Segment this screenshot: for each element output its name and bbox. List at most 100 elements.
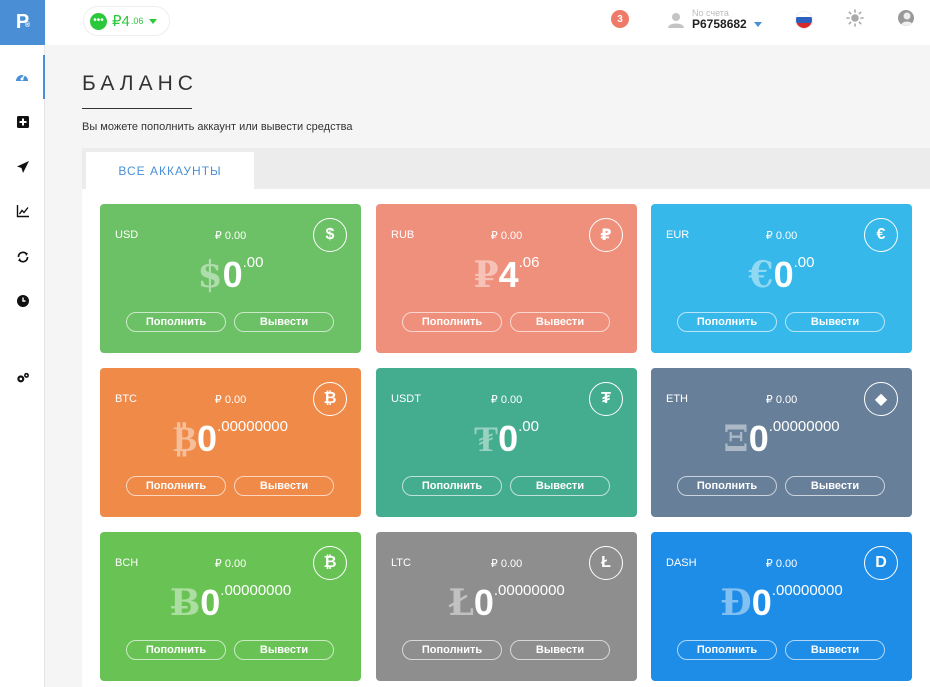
card-balance-frac: .00	[518, 418, 539, 435]
withdraw-button[interactable]: Вывести	[785, 640, 885, 660]
dash-coin-icon: D	[864, 546, 898, 580]
card-balance-int: 0	[197, 418, 218, 459]
avatar-icon[interactable]	[898, 10, 914, 26]
sun-icon[interactable]	[846, 9, 864, 27]
withdraw-button[interactable]: Вывести	[234, 640, 334, 660]
sidebar-item-chart[interactable]	[0, 189, 45, 233]
bch-coin-icon: ₿	[313, 546, 347, 580]
card-currency-code: USD	[115, 229, 139, 241]
card-balance-int: 4	[498, 254, 519, 295]
card-balance-int: 0	[473, 582, 494, 623]
card-balance-int: 0	[748, 418, 769, 459]
deposit-button[interactable]: Пополнить	[402, 476, 502, 496]
card-balance-frac: .00	[793, 254, 815, 271]
account-card-bch: BCH ₽ 0.00 ₿ Ƀ0.00000000 Пополнить Вывести	[100, 532, 361, 681]
card-balance: ₮0.00	[376, 418, 637, 460]
more-icon: •••	[90, 12, 107, 30]
account-card-ltc: LTC ₽ 0.00 Ł Ł0.00000000 Пополнить Вывести	[376, 532, 637, 681]
withdraw-button[interactable]: Вывести	[510, 476, 610, 496]
deposit-button[interactable]: Пополнить	[126, 312, 226, 332]
card-currency-symbol: $	[197, 254, 223, 296]
withdraw-button[interactable]: Вывести	[785, 312, 885, 332]
chart-icon	[16, 205, 29, 218]
card-currency-code: DASH	[666, 557, 697, 569]
sidebar-item-dashboard[interactable]	[0, 55, 45, 99]
account-card-eur: EUR ₽ 0.00 € €0.00 Пополнить Вывести	[651, 204, 912, 353]
sidebar: P ®	[0, 0, 45, 687]
card-balance-int: 0	[498, 418, 519, 459]
sidebar-item-history[interactable]	[0, 279, 45, 323]
card-currency-symbol: Đ	[720, 582, 752, 624]
clock-icon	[16, 295, 29, 307]
dashboard-icon	[15, 74, 28, 81]
ru-flag-icon[interactable]	[796, 12, 812, 28]
account-number: P6758682	[692, 17, 747, 31]
balance-dropdown[interactable]: ••• ₽ 4 .06	[83, 6, 171, 36]
card-balance-frac: .00	[242, 254, 264, 271]
card-balance: Ƀ0.00000000	[100, 582, 361, 624]
card-currency-code: USDT	[391, 393, 421, 405]
card-balance-frac: .06	[518, 254, 540, 271]
eur-coin-icon: €	[864, 218, 898, 252]
withdraw-button[interactable]: Вывести	[785, 476, 885, 496]
card-currency-code: RUB	[391, 229, 415, 241]
sidebar-item-send[interactable]	[0, 145, 45, 189]
tab-all-accounts[interactable]: ВСЕ АККАУНТЫ	[86, 152, 254, 189]
withdraw-button[interactable]: Вывести	[234, 312, 334, 332]
add-icon	[16, 116, 29, 128]
card-currency-code: ETH	[666, 393, 688, 405]
user-icon	[668, 13, 684, 28]
card-balance: €0.00	[651, 254, 912, 296]
card-currency-symbol: €	[748, 254, 774, 296]
card-balance-frac: .00000000	[493, 582, 565, 599]
withdraw-button[interactable]: Вывести	[510, 640, 610, 660]
card-balance-frac: .00000000	[220, 582, 292, 599]
withdraw-button[interactable]: Вывести	[234, 476, 334, 496]
card-currency-code: EUR	[666, 229, 690, 241]
account-card-usd: USD ₽ 0.00 $ $0.00 Пополнить Вывести	[100, 204, 361, 353]
chevron-down-icon	[753, 21, 762, 27]
card-balance-int: 0	[773, 254, 794, 295]
deposit-button[interactable]: Пополнить	[677, 476, 777, 496]
card-currency-symbol: Ƀ	[169, 582, 201, 624]
account-selector[interactable]: No счета P6758682	[667, 9, 762, 31]
notification-badge[interactable]: 3	[611, 10, 629, 28]
usd-coin-icon: $	[313, 218, 347, 252]
card-balance-frac: .00000000	[217, 418, 288, 435]
deposit-button[interactable]: Пополнить	[677, 312, 777, 332]
account-card-btc: BTC ₽ 0.00 ₿ ₿0.00000000 Пополнить Вывести	[100, 368, 361, 517]
balance-symbol: ₽	[112, 13, 122, 30]
app-logo[interactable]: P ®	[0, 0, 45, 45]
btc-coin-icon: ₿	[313, 382, 347, 416]
card-balance: Ξ0.00000000	[651, 418, 912, 460]
card-balance-frac: .00000000	[771, 582, 843, 599]
withdraw-button[interactable]: Вывести	[510, 312, 610, 332]
account-card-usdt: USDT ₽ 0.00 ₮ ₮0.00 Пополнить Вывести	[376, 368, 637, 517]
account-card-rub: RUB ₽ 0.00 ₽ ₽4.06 Пополнить Вывести	[376, 204, 637, 353]
rub-coin-icon: ₽	[589, 218, 623, 252]
chevron-down-icon	[149, 18, 158, 24]
balance-int: 4	[121, 12, 130, 30]
card-balance-int: 0	[200, 582, 221, 623]
card-currency-symbol: Ł	[448, 582, 474, 624]
card-balance: Đ0.00000000	[651, 582, 912, 624]
deposit-button[interactable]: Пополнить	[402, 312, 502, 332]
deposit-button[interactable]: Пополнить	[126, 476, 226, 496]
send-icon	[16, 161, 29, 173]
sidebar-item-settings[interactable]	[0, 356, 45, 400]
sidebar-item-add[interactable]	[0, 100, 45, 144]
card-currency-symbol: ₿	[173, 418, 198, 460]
card-balance-int: 0	[222, 254, 243, 295]
card-balance: $0.00	[100, 254, 361, 296]
deposit-button[interactable]: Пополнить	[677, 640, 777, 660]
card-currency-code: BCH	[115, 557, 139, 569]
card-currency-code: BTC	[115, 393, 137, 405]
ltc-coin-icon: Ł	[589, 546, 623, 580]
sidebar-item-exchange[interactable]	[0, 235, 45, 279]
deposit-button[interactable]: Пополнить	[402, 640, 502, 660]
topbar: ••• ₽ 4 .06 3 No счета P6758682	[45, 0, 930, 45]
card-currency-code: LTC	[391, 557, 411, 569]
card-currency-symbol: Ξ	[723, 418, 749, 460]
usdt-coin-icon: ₮	[589, 382, 623, 416]
deposit-button[interactable]: Пополнить	[126, 640, 226, 660]
